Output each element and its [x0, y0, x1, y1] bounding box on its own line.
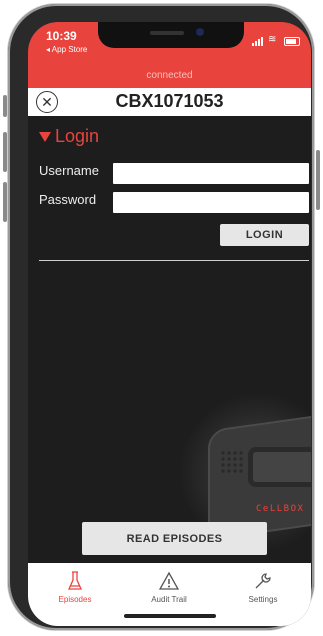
signal-icon: [252, 37, 263, 46]
tab-settings[interactable]: Settings: [216, 571, 310, 604]
status-time: 10:39: [46, 29, 77, 43]
back-to-app-store-link[interactable]: ◂ App Store: [46, 45, 87, 54]
device-header: ✕ CBX1071053: [28, 88, 311, 116]
home-indicator[interactable]: [124, 614, 216, 618]
device-title: CBX1071053: [115, 91, 224, 111]
phone-volume-down: [3, 182, 7, 222]
tab-episodes[interactable]: Episodes: [28, 571, 122, 604]
password-input[interactable]: [113, 192, 309, 213]
connection-status: connected: [146, 70, 193, 81]
username-label: Username: [39, 163, 99, 178]
warning-icon: [159, 571, 179, 590]
login-section-toggle[interactable]: Login: [39, 126, 99, 147]
cellbox-case-image: CeLLBOX: [178, 392, 311, 552]
app-screen: 10:39 ◂ App Store ≋ connected ✕ CBX10710…: [28, 22, 311, 626]
tab-audit-trail[interactable]: Audit Trail: [122, 571, 216, 604]
username-input[interactable]: [113, 163, 309, 184]
tab-settings-label: Settings: [248, 595, 278, 604]
phone-power-button: [316, 150, 320, 210]
password-label: Password: [39, 192, 97, 207]
notch: [98, 22, 244, 48]
collapse-triangle-icon: [39, 131, 51, 142]
login-header-label: Login: [55, 126, 100, 146]
wifi-icon: ≋: [268, 34, 277, 45]
tab-episodes-label: Episodes: [58, 595, 92, 604]
wrench-icon: [255, 573, 271, 589]
tab-audit-trail-label: Audit Trail: [151, 595, 187, 604]
phone-volume-up: [3, 132, 7, 172]
divider: [39, 260, 309, 261]
battery-icon: [284, 37, 300, 46]
cellbox-logo: CeLLBOX: [256, 504, 305, 514]
speaker: [150, 31, 184, 35]
login-button[interactable]: LOGIN: [220, 224, 309, 246]
read-episodes-button[interactable]: READ EPISODES: [82, 522, 267, 555]
flask-icon: [68, 571, 82, 590]
front-camera: [196, 28, 204, 36]
phone-side-button: [3, 95, 7, 117]
tab-bar: Episodes Audit Trail Settings: [28, 563, 311, 626]
